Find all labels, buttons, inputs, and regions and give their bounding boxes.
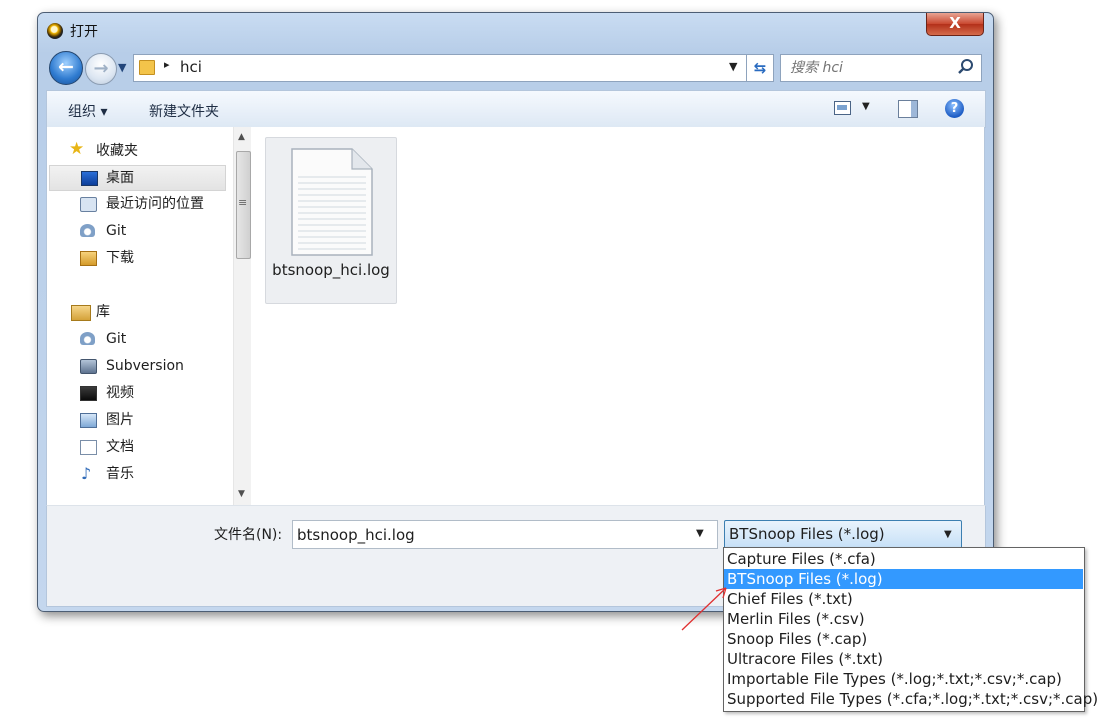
filename-combobox[interactable]: ▼: [292, 520, 718, 549]
history-dropdown-icon[interactable]: ▼: [118, 61, 126, 74]
nav-recent-label: 最近访问的位置: [106, 196, 204, 212]
nav-documents-label: 文档: [106, 439, 134, 455]
filename-dropdown-icon[interactable]: ▼: [696, 528, 704, 539]
file-type-option[interactable]: Snoop Files (*.cap): [724, 629, 1083, 649]
help-icon[interactable]: ?: [945, 99, 964, 118]
file-type-option[interactable]: Capture Files (*.cfa): [724, 549, 1083, 569]
breadcrumb-hci[interactable]: hci: [180, 58, 202, 76]
open-dialog-window: 打开 X ← → ▼ ▸ hci ▼ ⇆ 组织 ▾ 新建文件夹 ▼ ? ★ 收藏…: [37, 12, 994, 612]
file-type-option[interactable]: Ultracore Files (*.txt): [724, 649, 1083, 669]
nav-subversion[interactable]: Subversion: [80, 354, 230, 378]
subversion-icon: [80, 359, 97, 374]
scroll-up-icon[interactable]: ▲: [238, 132, 245, 142]
address-dropdown-icon[interactable]: ▼: [729, 60, 737, 73]
close-button[interactable]: X: [926, 13, 984, 36]
nav-git-label: Git: [106, 223, 127, 239]
nav-music-label: 音乐: [106, 466, 134, 482]
navigation-pane: ★ 收藏夹 桌面 最近访问的位置 Git 下载 库 Git Subversion…: [46, 127, 234, 505]
nav-pictures-label: 图片: [106, 412, 134, 428]
file-type-dropdown-icon[interactable]: ▼: [944, 529, 952, 540]
new-folder-button[interactable]: 新建文件夹: [149, 101, 219, 121]
file-type-select[interactable]: BTSnoop Files (*.log) ▼: [724, 520, 962, 549]
change-view-icon[interactable]: [834, 101, 851, 115]
nav-documents[interactable]: 文档: [80, 435, 230, 459]
git-icon: [80, 224, 95, 237]
file-type-selected: BTSnoop Files (*.log): [729, 525, 885, 543]
app-icon: [47, 23, 63, 39]
nav-git[interactable]: Git: [80, 219, 230, 243]
pictures-icon: [80, 413, 97, 428]
file-type-option[interactable]: Supported File Types (*.cfa;*.log;*.txt;…: [724, 689, 1098, 709]
organize-button[interactable]: 组织 ▾: [68, 101, 107, 121]
preview-pane-icon[interactable]: [898, 100, 918, 118]
file-type-option[interactable]: Chief Files (*.txt): [724, 589, 1083, 609]
file-type-option[interactable]: Importable File Types (*.log;*.txt;*.csv…: [724, 669, 1083, 689]
nav-libraries-label: 库: [96, 304, 110, 320]
nav-videos-label: 视频: [106, 385, 134, 401]
nav-recent[interactable]: 最近访问的位置: [80, 192, 230, 216]
downloads-icon: [80, 251, 97, 266]
nav-subversion-label: Subversion: [106, 358, 184, 374]
desktop-icon: [81, 171, 98, 186]
refresh-icon[interactable]: ⇆: [746, 54, 774, 82]
scrollbar-grip-icon: ≡: [238, 196, 248, 209]
git-icon: [80, 332, 95, 345]
window-title: 打开: [70, 24, 98, 40]
music-note-icon: ♪: [81, 464, 92, 483]
recent-places-icon: [80, 197, 97, 212]
file-type-list: Capture Files (*.cfa) BTSnoop Files (*.l…: [723, 547, 1098, 712]
annotation-arrow-icon: [681, 587, 727, 631]
nav-lib-git-label: Git: [106, 331, 127, 347]
forward-arrow-icon[interactable]: →: [85, 53, 117, 85]
nav-lib-git[interactable]: Git: [80, 327, 230, 351]
nav-pictures[interactable]: 图片: [80, 408, 230, 432]
star-icon: ★: [69, 139, 85, 159]
back-arrow-icon[interactable]: ←: [49, 51, 83, 85]
breadcrumb-separator-icon[interactable]: ▸: [164, 58, 170, 71]
navigation-scrollbar[interactable]: ▲ ≡ ▼: [233, 127, 251, 505]
documents-icon: [80, 440, 97, 455]
nav-libraries[interactable]: 库: [71, 300, 221, 324]
nav-downloads-label: 下载: [106, 250, 134, 266]
command-bar: 组织 ▾ 新建文件夹 ▼ ?: [46, 90, 986, 128]
libraries-icon: [71, 305, 91, 321]
search-icon[interactable]: [957, 58, 975, 76]
search-input[interactable]: [781, 55, 965, 81]
address-bar[interactable]: ▸ hci ▼: [133, 54, 747, 82]
nav-downloads[interactable]: 下载: [80, 246, 230, 270]
nav-favorites-label: 收藏夹: [96, 143, 138, 159]
file-type-option[interactable]: Merlin Files (*.csv): [724, 609, 1083, 629]
filename-input[interactable]: [293, 521, 687, 548]
nav-videos[interactable]: 视频: [80, 381, 230, 405]
text-file-icon: [291, 148, 373, 256]
videos-icon: [80, 386, 97, 401]
file-list-pane: btsnoop_hci.log: [251, 127, 985, 505]
scroll-down-icon[interactable]: ▼: [238, 489, 245, 499]
filename-label: 文件名(N):: [214, 527, 283, 543]
file-type-option-selected[interactable]: BTSnoop Files (*.log): [724, 569, 1083, 589]
nav-music[interactable]: ♪ 音乐: [80, 462, 230, 486]
nav-desktop-label: 桌面: [106, 170, 134, 186]
nav-favorites[interactable]: ★ 收藏夹: [69, 139, 221, 163]
nav-desktop[interactable]: 桌面: [49, 165, 226, 191]
file-name: btsnoop_hci.log: [272, 261, 390, 279]
folder-icon: [139, 60, 155, 75]
file-item[interactable]: btsnoop_hci.log: [265, 137, 397, 304]
scrollbar-thumb[interactable]: ≡: [236, 151, 251, 259]
search-box[interactable]: [780, 54, 982, 82]
view-dropdown-icon[interactable]: ▼: [862, 101, 870, 112]
